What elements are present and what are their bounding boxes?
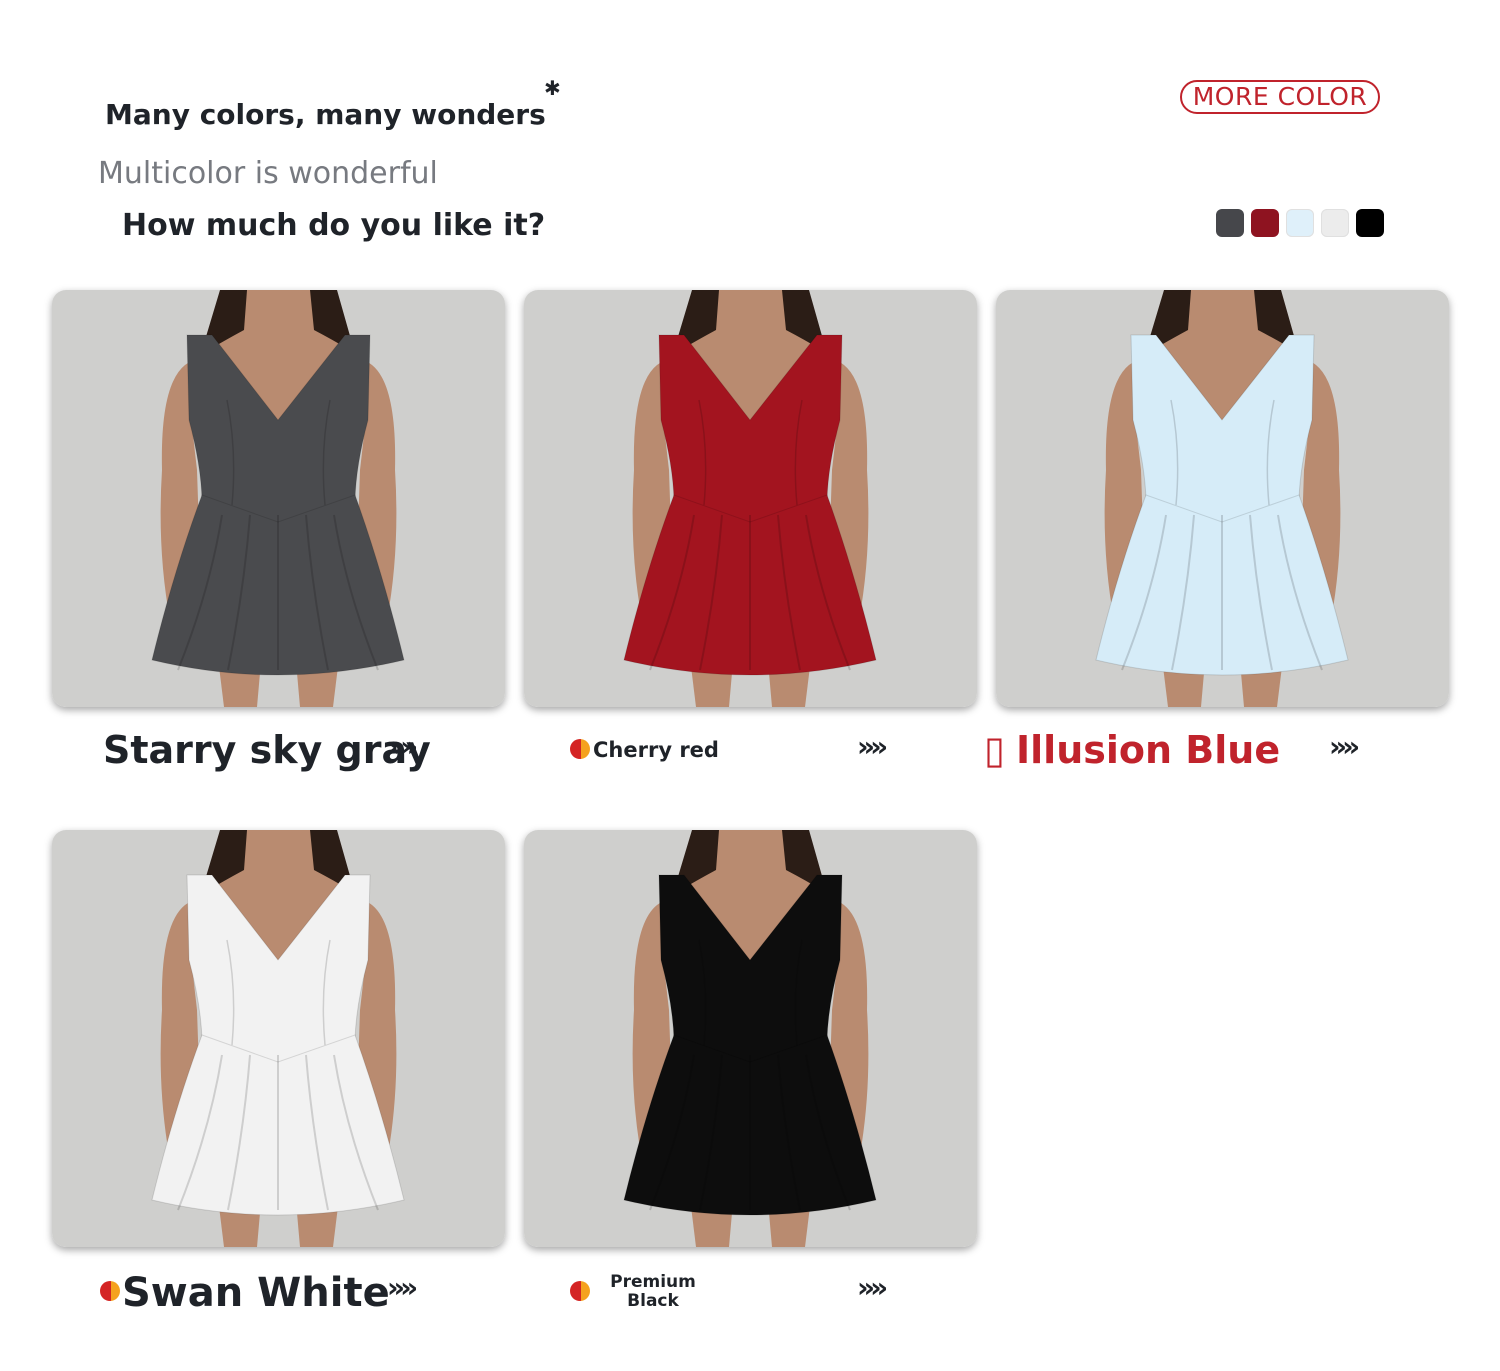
swatch-blue[interactable] [1286, 209, 1314, 237]
asterisk-icon: ✱ [544, 76, 561, 100]
product-label-red: Cherry red [593, 738, 719, 762]
product-label-black-line2: Black [627, 1291, 679, 1311]
missing-glyph-icon: ▯ [984, 728, 1005, 772]
product-card-gray[interactable] [52, 290, 505, 707]
product-label-black: Premium Black [608, 1273, 698, 1311]
product-card-blue[interactable] [996, 290, 1449, 707]
product-label-gray: Starry sky gray [103, 728, 431, 772]
arrow-right-icon[interactable]: ›››› [857, 730, 888, 763]
product-label-black-line1: Premium [610, 1272, 696, 1292]
question: How much do you like it? [122, 208, 546, 243]
subline: Multicolor is wonderful [98, 156, 438, 191]
arrow-right-icon[interactable]: ›››› [387, 1271, 418, 1304]
product-photo [52, 290, 505, 707]
product-card-red[interactable] [524, 290, 977, 707]
product-card-white[interactable] [52, 830, 505, 1247]
color-dot-icon [570, 1281, 590, 1301]
swatch-black[interactable] [1356, 209, 1384, 237]
product-photo [524, 290, 977, 707]
headline: Many colors, many wonders [105, 98, 546, 131]
more-color-button[interactable]: MORE COLOR [1180, 80, 1380, 114]
product-photo [52, 830, 505, 1247]
product-photo [524, 830, 977, 1247]
swatch-gray[interactable] [1216, 209, 1244, 237]
swatch-red[interactable] [1251, 209, 1279, 237]
color-dot-icon [100, 1281, 120, 1301]
product-photo [996, 290, 1449, 707]
arrow-right-icon[interactable]: ›››› [387, 730, 418, 763]
product-card-black[interactable] [524, 830, 977, 1247]
arrow-right-icon[interactable]: ›››› [1329, 730, 1360, 763]
product-label-blue: Illusion Blue [1016, 728, 1281, 772]
product-label-white: Swan White [122, 1270, 390, 1316]
swatch-white[interactable] [1321, 209, 1349, 237]
arrow-right-icon[interactable]: ›››› [857, 1271, 888, 1304]
color-dot-icon [570, 739, 590, 759]
